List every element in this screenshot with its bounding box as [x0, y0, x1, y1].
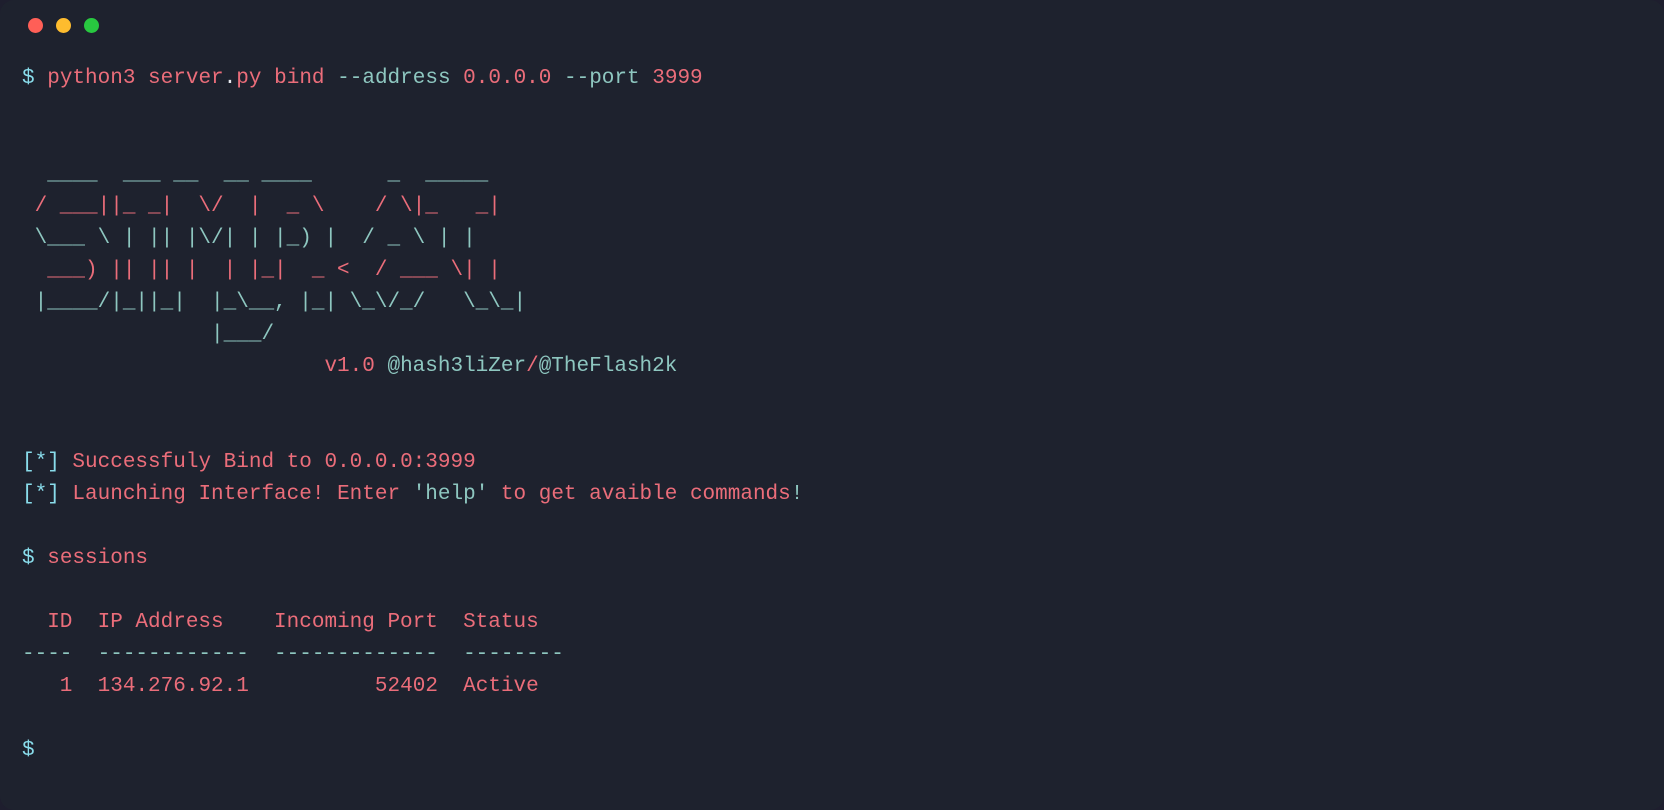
addr-value: 0.0.0.0	[463, 67, 551, 90]
cmd-exe: python3	[47, 67, 135, 90]
prompt-marker: $	[22, 67, 35, 90]
status-text-2b: to get avaible commands	[488, 483, 790, 506]
port-value: 3999	[652, 67, 702, 90]
author-sep: /	[526, 355, 539, 378]
prompt-marker-2: $	[22, 547, 35, 570]
table-header: ID IP Address Incoming Port Status	[22, 611, 564, 634]
status-text-1b: 0.0.0.0:3999	[324, 451, 475, 474]
status-text-1a: Successfuly Bind to	[72, 451, 324, 474]
flag-port: --port	[564, 67, 640, 90]
status-marker-1: [*]	[22, 451, 72, 474]
status-marker-2: [*]	[22, 483, 72, 506]
table-rule: ---- ------------ ------------- --------	[22, 643, 564, 666]
status-text-2c: !	[791, 483, 804, 506]
ascii-row-5: |____/|_||_| |_\__, |_| \_\/_/ \_\_|	[22, 291, 551, 314]
sessions-cmd: sessions	[47, 547, 148, 570]
cmd-file: server	[148, 67, 224, 90]
prompt-marker-3: $	[22, 739, 35, 762]
terminal-output[interactable]: $ python3 server.py bind --address 0.0.0…	[22, 63, 1642, 767]
close-icon[interactable]	[28, 18, 43, 33]
version-label: v1.0	[324, 355, 387, 378]
traffic-lights	[22, 18, 1642, 33]
cmd-ext: py	[236, 67, 261, 90]
table-row-id: 1	[22, 675, 72, 698]
terminal-window: $ python3 server.py bind --address 0.0.0…	[0, 0, 1664, 810]
ascii-row-2: / ___||_ _| \/ | _ \ / \|_ _|	[22, 195, 501, 218]
ascii-row-1: ____ ___ __ __ ____ _ _____	[22, 163, 501, 186]
status-text-2a: Launching Interface! Enter	[72, 483, 412, 506]
minimize-icon[interactable]	[56, 18, 71, 33]
flag-address: --address	[337, 67, 450, 90]
cmd-sub: bind	[274, 67, 324, 90]
author-2: @TheFlash2k	[539, 355, 678, 378]
ascii-row-3: \___ \ | || |\/| | |_) | / _ \ | |	[22, 227, 501, 250]
ascii-row-6: |___/	[22, 323, 526, 346]
ascii-row-4: ___) || || | | |_| _ < / ___ \| |	[22, 259, 526, 282]
author-1: @hash3liZer	[387, 355, 526, 378]
zoom-icon[interactable]	[84, 18, 99, 33]
status-help-literal: 'help'	[413, 483, 489, 506]
table-row-port: 52402	[274, 675, 438, 698]
table-row-status: Active	[463, 675, 539, 698]
table-row-ip: 134.276.92.1	[98, 675, 249, 698]
